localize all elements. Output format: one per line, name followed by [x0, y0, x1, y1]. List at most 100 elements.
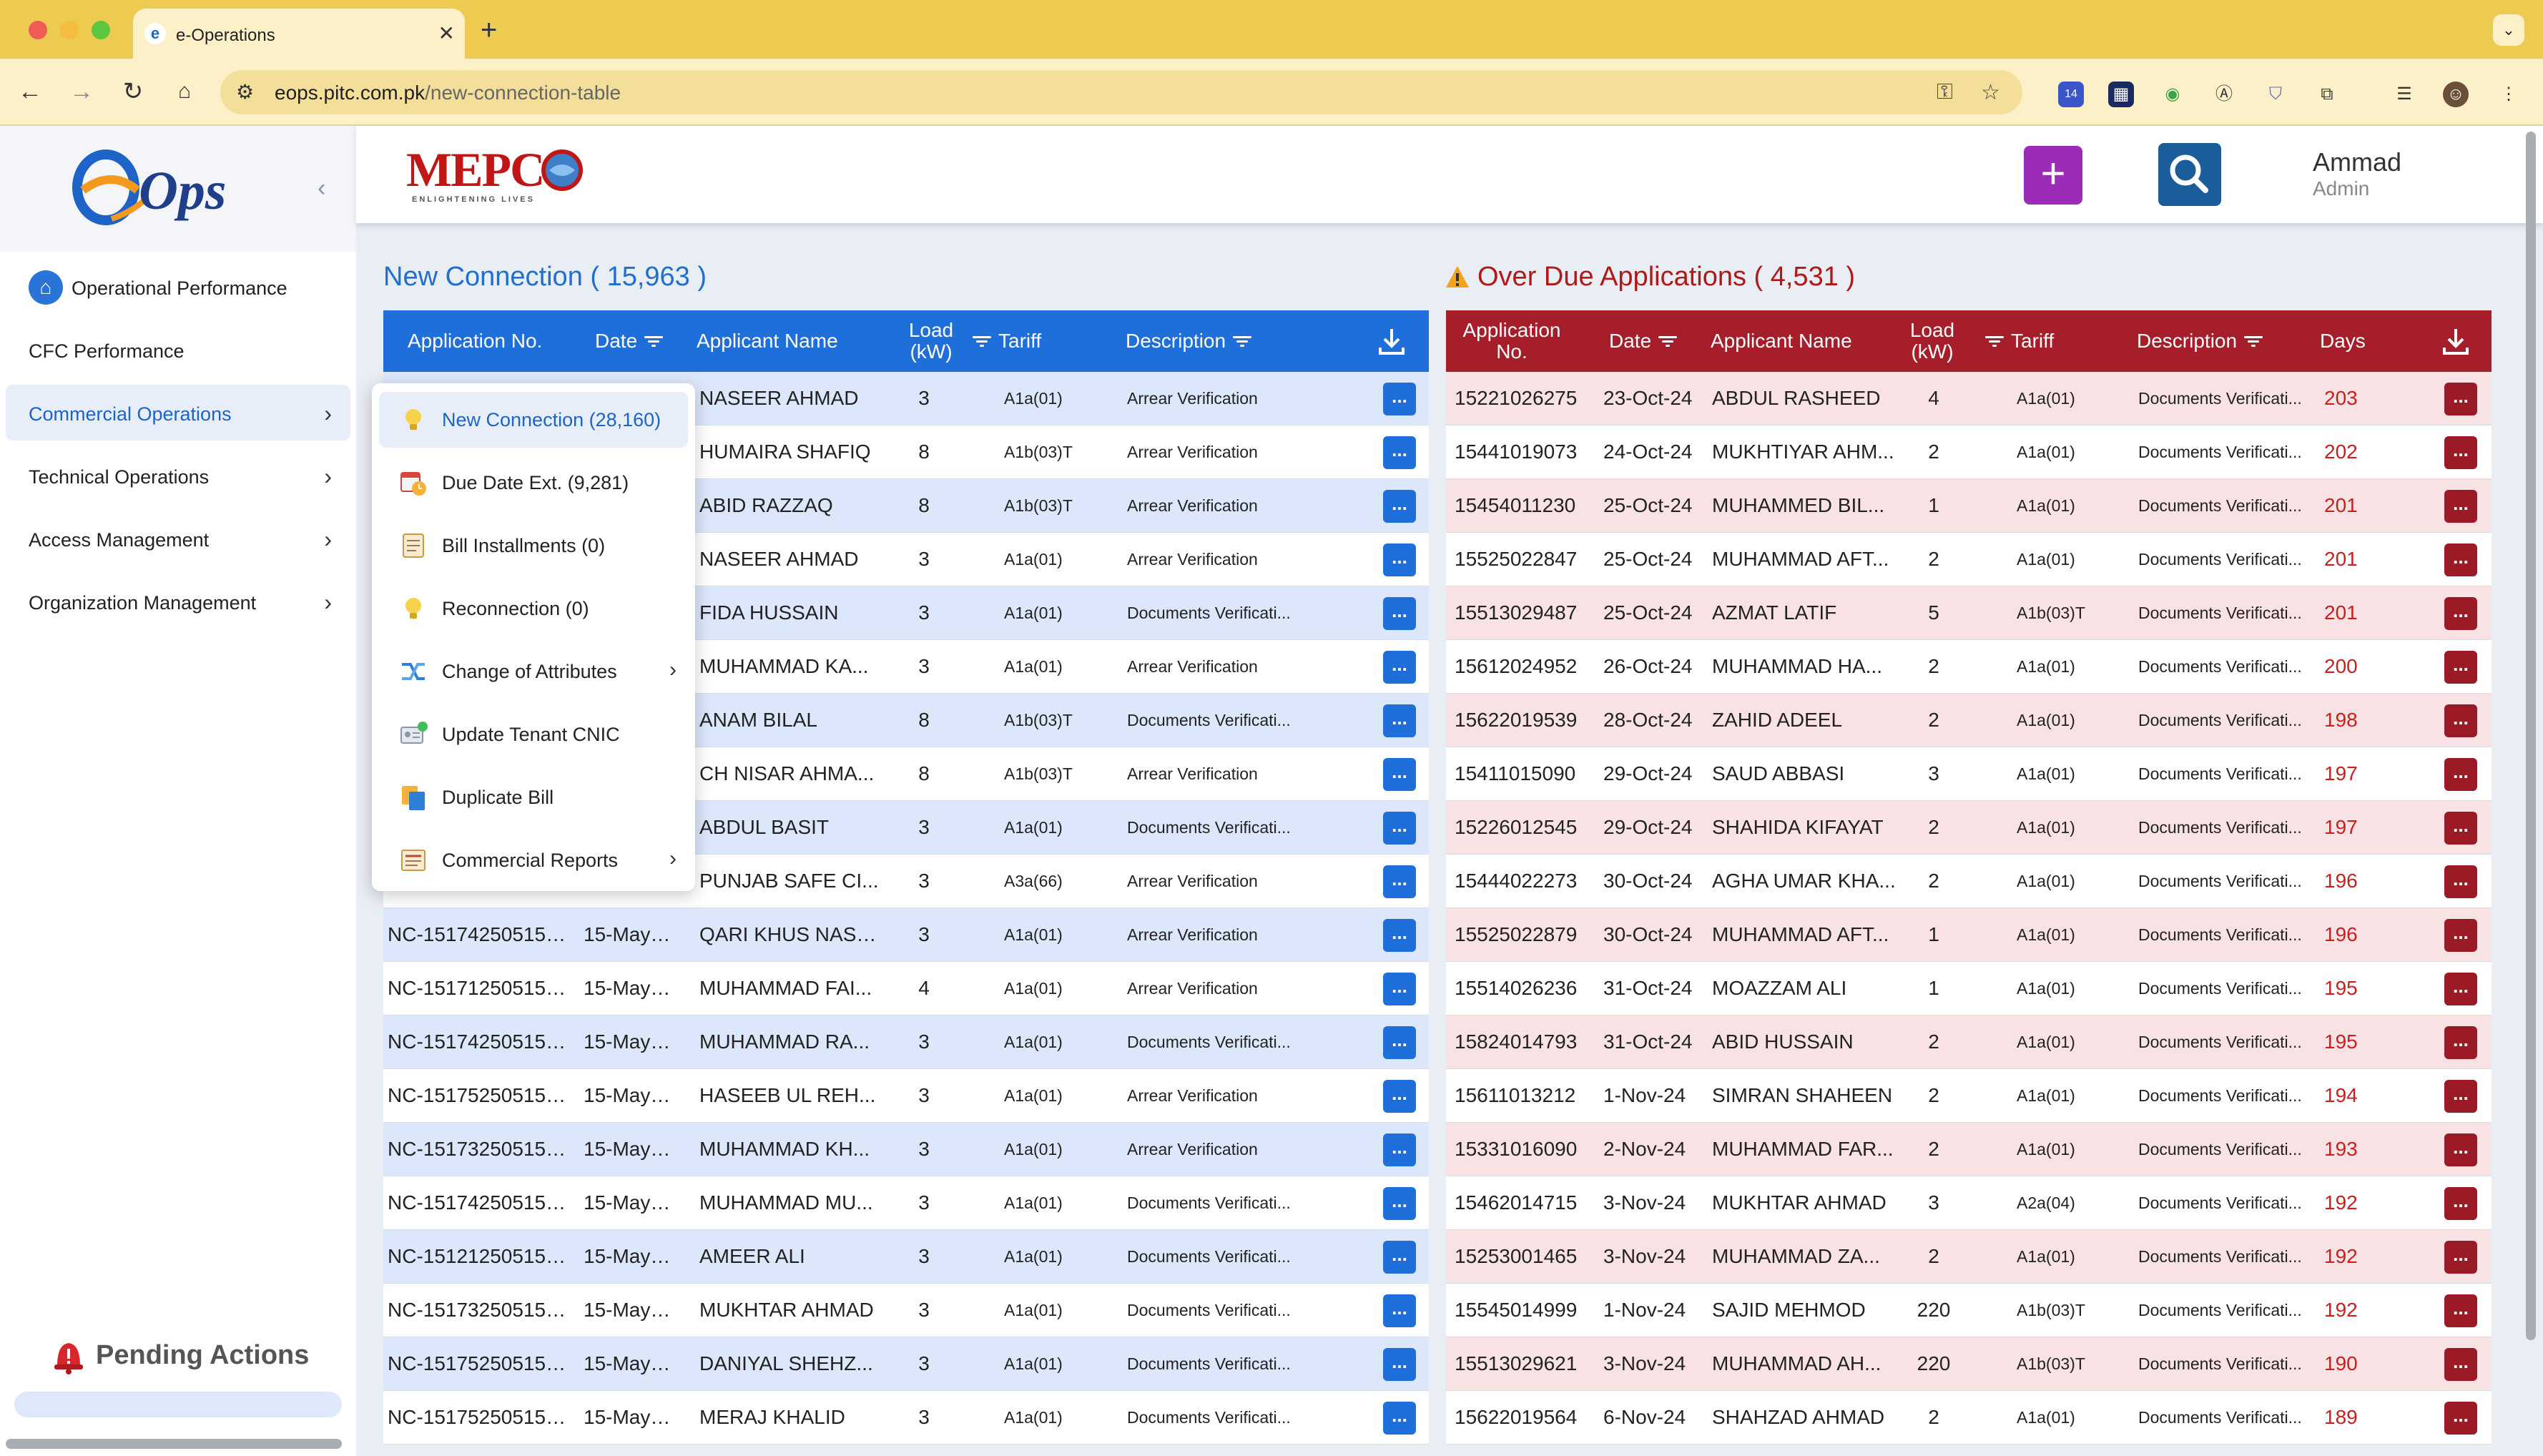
table-row[interactable]: 15513029487 25-Oct-24 AZMAT LATIF 5 A1b(03)T…	[1446, 586, 2492, 640]
table-row[interactable]: NC-151712505150... 15-May-25 MUHAMMAD FAI.…	[383, 962, 1429, 1015]
table-row[interactable]: NC-151212505150... 15-May-25 AMEER ALI 3 A1a…	[383, 1230, 1429, 1284]
row-action-button[interactable]: ...	[1383, 543, 1416, 576]
password-key-icon[interactable]: ⚿	[1937, 80, 1953, 104]
sidebar-item-cfc-performance[interactable]: CFC Performance	[6, 322, 350, 378]
browser-menu-icon[interactable]: ⋮	[2496, 82, 2522, 107]
row-action-button[interactable]: ...	[2444, 1294, 2477, 1327]
table-row[interactable]: 15513029621 3-Nov-24 MUHAMMAD AH... 220 A1b(…	[1446, 1337, 2492, 1391]
row-action-button[interactable]: ...	[2444, 651, 2477, 684]
col-header-description[interactable]: Description	[2137, 310, 2263, 372]
row-action-button[interactable]: ...	[2444, 919, 2477, 952]
extensions-puzzle-icon[interactable]: ⧉	[2314, 82, 2340, 107]
row-action-button[interactable]: ...	[2444, 1402, 2477, 1435]
download-icon[interactable]	[2441, 326, 2470, 358]
row-action-button[interactable]: ...	[2444, 865, 2477, 898]
browser-tab[interactable]: e e-Operations ✕	[133, 9, 465, 59]
row-action-button[interactable]: ...	[2444, 1187, 2477, 1220]
row-action-button[interactable]: ...	[1383, 651, 1416, 684]
row-action-button[interactable]: ...	[2444, 704, 2477, 737]
table-row[interactable]: 15221026275 23-Oct-24 ABDUL RASHEED 4 A1a(01…	[1446, 372, 2492, 426]
row-action-button[interactable]: ...	[1383, 865, 1416, 898]
table-row[interactable]: 15525022847 25-Oct-24 MUHAMMAD AFT... 2 A1a(…	[1446, 533, 2492, 586]
row-action-button[interactable]: ...	[1383, 597, 1416, 630]
table-row[interactable]: NC-151742505150... 15-May-25 QARI KHUS NAS…	[383, 908, 1429, 962]
reload-icon[interactable]: ↻	[117, 76, 149, 107]
row-action-button[interactable]: ...	[1383, 1241, 1416, 1274]
tab-close-icon[interactable]: ✕	[438, 21, 455, 45]
menu-item-duplicate-bill[interactable]: Duplicate Bill	[379, 769, 688, 825]
row-action-button[interactable]: ...	[2444, 1241, 2477, 1274]
row-action-button[interactable]: ...	[1383, 919, 1416, 952]
col-header-date[interactable]: Date	[595, 310, 664, 372]
row-action-button[interactable]: ...	[1383, 973, 1416, 1005]
col-header-tariff[interactable]: Tariff	[1985, 310, 2054, 372]
collapse-sidebar-icon[interactable]: ‹	[318, 174, 325, 202]
filter-icon[interactable]	[644, 334, 664, 348]
filter-icon[interactable]	[1233, 334, 1252, 348]
col-header-load[interactable]: Load (kW)	[895, 310, 967, 372]
minimize-window-button[interactable]	[60, 21, 79, 39]
download-icon[interactable]	[1377, 326, 1406, 358]
table-row[interactable]: 15331016090 2-Nov-24 MUHAMMAD FAR... 2 A1a(0…	[1446, 1123, 2492, 1176]
menu-item-new-connection[interactable]: New Connection (28,160)	[379, 392, 688, 448]
pending-actions-button[interactable]: Pending Actions	[50, 1334, 336, 1377]
row-action-button[interactable]: ...	[1383, 490, 1416, 523]
table-row[interactable]: 15824014793 31-Oct-24 ABID HUSSAIN 2 A1a(01)…	[1446, 1015, 2492, 1069]
col-header-days[interactable]: Days	[2320, 310, 2366, 372]
row-action-button[interactable]: ...	[2444, 1348, 2477, 1381]
page-scrollbar-thumb[interactable]	[2526, 132, 2536, 1340]
table-row[interactable]: NC-151732505150... 15-May-25 MUKHTAR AHMAD…	[383, 1284, 1429, 1337]
sidebar-scrollbar[interactable]	[6, 1439, 342, 1449]
extension-badge-icon[interactable]: 14	[2058, 82, 2084, 107]
row-action-button[interactable]: ...	[2444, 597, 2477, 630]
row-action-button[interactable]: ...	[2444, 812, 2477, 845]
table-row[interactable]: 15514026236 31-Oct-24 MOAZZAM ALI 1 A1a(01) D…	[1446, 962, 2492, 1015]
row-action-button[interactable]: ...	[2444, 1133, 2477, 1166]
row-action-button[interactable]: ...	[1383, 383, 1416, 415]
table-row[interactable]: NC-151752505150... 15-May-25 HASEEB UL REH…	[383, 1069, 1429, 1123]
row-action-button[interactable]: ...	[2444, 758, 2477, 791]
site-info-icon[interactable]: ⚙	[236, 80, 254, 104]
sidebar-item-access-management[interactable]: Access Management ›	[6, 511, 350, 566]
table-row[interactable]: NC-151732505150... 15-May-25 MUHAMMAD KH..…	[383, 1123, 1429, 1176]
sidebar-item-commercial-operations[interactable]: Commercial Operations ›	[6, 385, 350, 441]
table-row[interactable]: 15411015090 29-Oct-24 SAUD ABBASI 3 A1a(01) D…	[1446, 747, 2492, 801]
search-button[interactable]	[2158, 143, 2221, 206]
sidebar-item-organization-management[interactable]: Organization Management ›	[6, 574, 350, 629]
menu-item-update-tenant-cnic[interactable]: Update Tenant CNIC	[379, 707, 688, 762]
col-header-application-no[interactable]: Application No.	[1455, 310, 1569, 372]
tab-search-chevron-icon[interactable]: ⌄	[2493, 14, 2524, 46]
user-name[interactable]: Ammad	[2313, 147, 2401, 177]
row-action-button[interactable]: ...	[2444, 1080, 2477, 1113]
row-action-button[interactable]: ...	[2444, 973, 2477, 1005]
col-header-applicant-name[interactable]: Applicant Name	[1711, 310, 1852, 372]
menu-item-due-date-ext[interactable]: Due Date Ext. (9,281)	[379, 455, 688, 511]
address-bar[interactable]: ⚙ eops.pitc.com.pk/new-connection-table …	[220, 70, 2022, 114]
row-action-button[interactable]: ...	[2444, 543, 2477, 576]
menu-item-change-of-attributes[interactable]: Change of Attributes ›	[379, 644, 688, 699]
row-action-button[interactable]: ...	[1383, 758, 1416, 791]
filter-icon[interactable]	[1658, 334, 1678, 348]
col-header-application-no[interactable]: Application No.	[408, 310, 542, 372]
table-row[interactable]: 15612024952 26-Oct-24 MUHAMMAD HA... 2 A1a(0…	[1446, 640, 2492, 694]
row-action-button[interactable]: ...	[2444, 436, 2477, 469]
page-scrollbar[interactable]	[2524, 126, 2537, 1384]
table-row[interactable]: 15444022273 30-Oct-24 AGHA UMAR KHA... 2 A1a…	[1446, 855, 2492, 908]
forward-icon[interactable]: →	[66, 76, 97, 107]
row-action-button[interactable]: ...	[2444, 383, 2477, 415]
maximize-window-button[interactable]	[92, 21, 110, 39]
menu-item-reconnection[interactable]: Reconnection (0)	[379, 581, 688, 636]
table-row[interactable]: NC-151742505150... 15-May-25 MUHAMMAD MU..…	[383, 1176, 1429, 1230]
table-row[interactable]: 15622019539 28-Oct-24 ZAHID ADEEL 2 A1a(01) D…	[1446, 694, 2492, 747]
extension-a-icon[interactable]: Ⓐ	[2211, 82, 2237, 107]
extension-leaf-icon[interactable]: ◉	[2160, 82, 2185, 107]
col-header-applicant-name[interactable]: Applicant Name	[697, 310, 838, 372]
media-controls-icon[interactable]: ☰	[2391, 82, 2417, 107]
col-header-load[interactable]: Load (kW)	[1897, 310, 1968, 372]
table-row[interactable]: 15441019073 24-Oct-24 MUKHTIYAR AHM... 2 A1a…	[1446, 426, 2492, 479]
filter-icon[interactable]	[1985, 334, 2004, 348]
row-action-button[interactable]: ...	[1383, 1402, 1416, 1435]
table-row[interactable]: NC-151752505150... 15-May-25 MERAJ KHALID 3…	[383, 1391, 1429, 1445]
sidebar-item-operational-performance[interactable]: ⌂ Operational Performance	[6, 259, 350, 315]
row-action-button[interactable]: ...	[2444, 1026, 2477, 1059]
